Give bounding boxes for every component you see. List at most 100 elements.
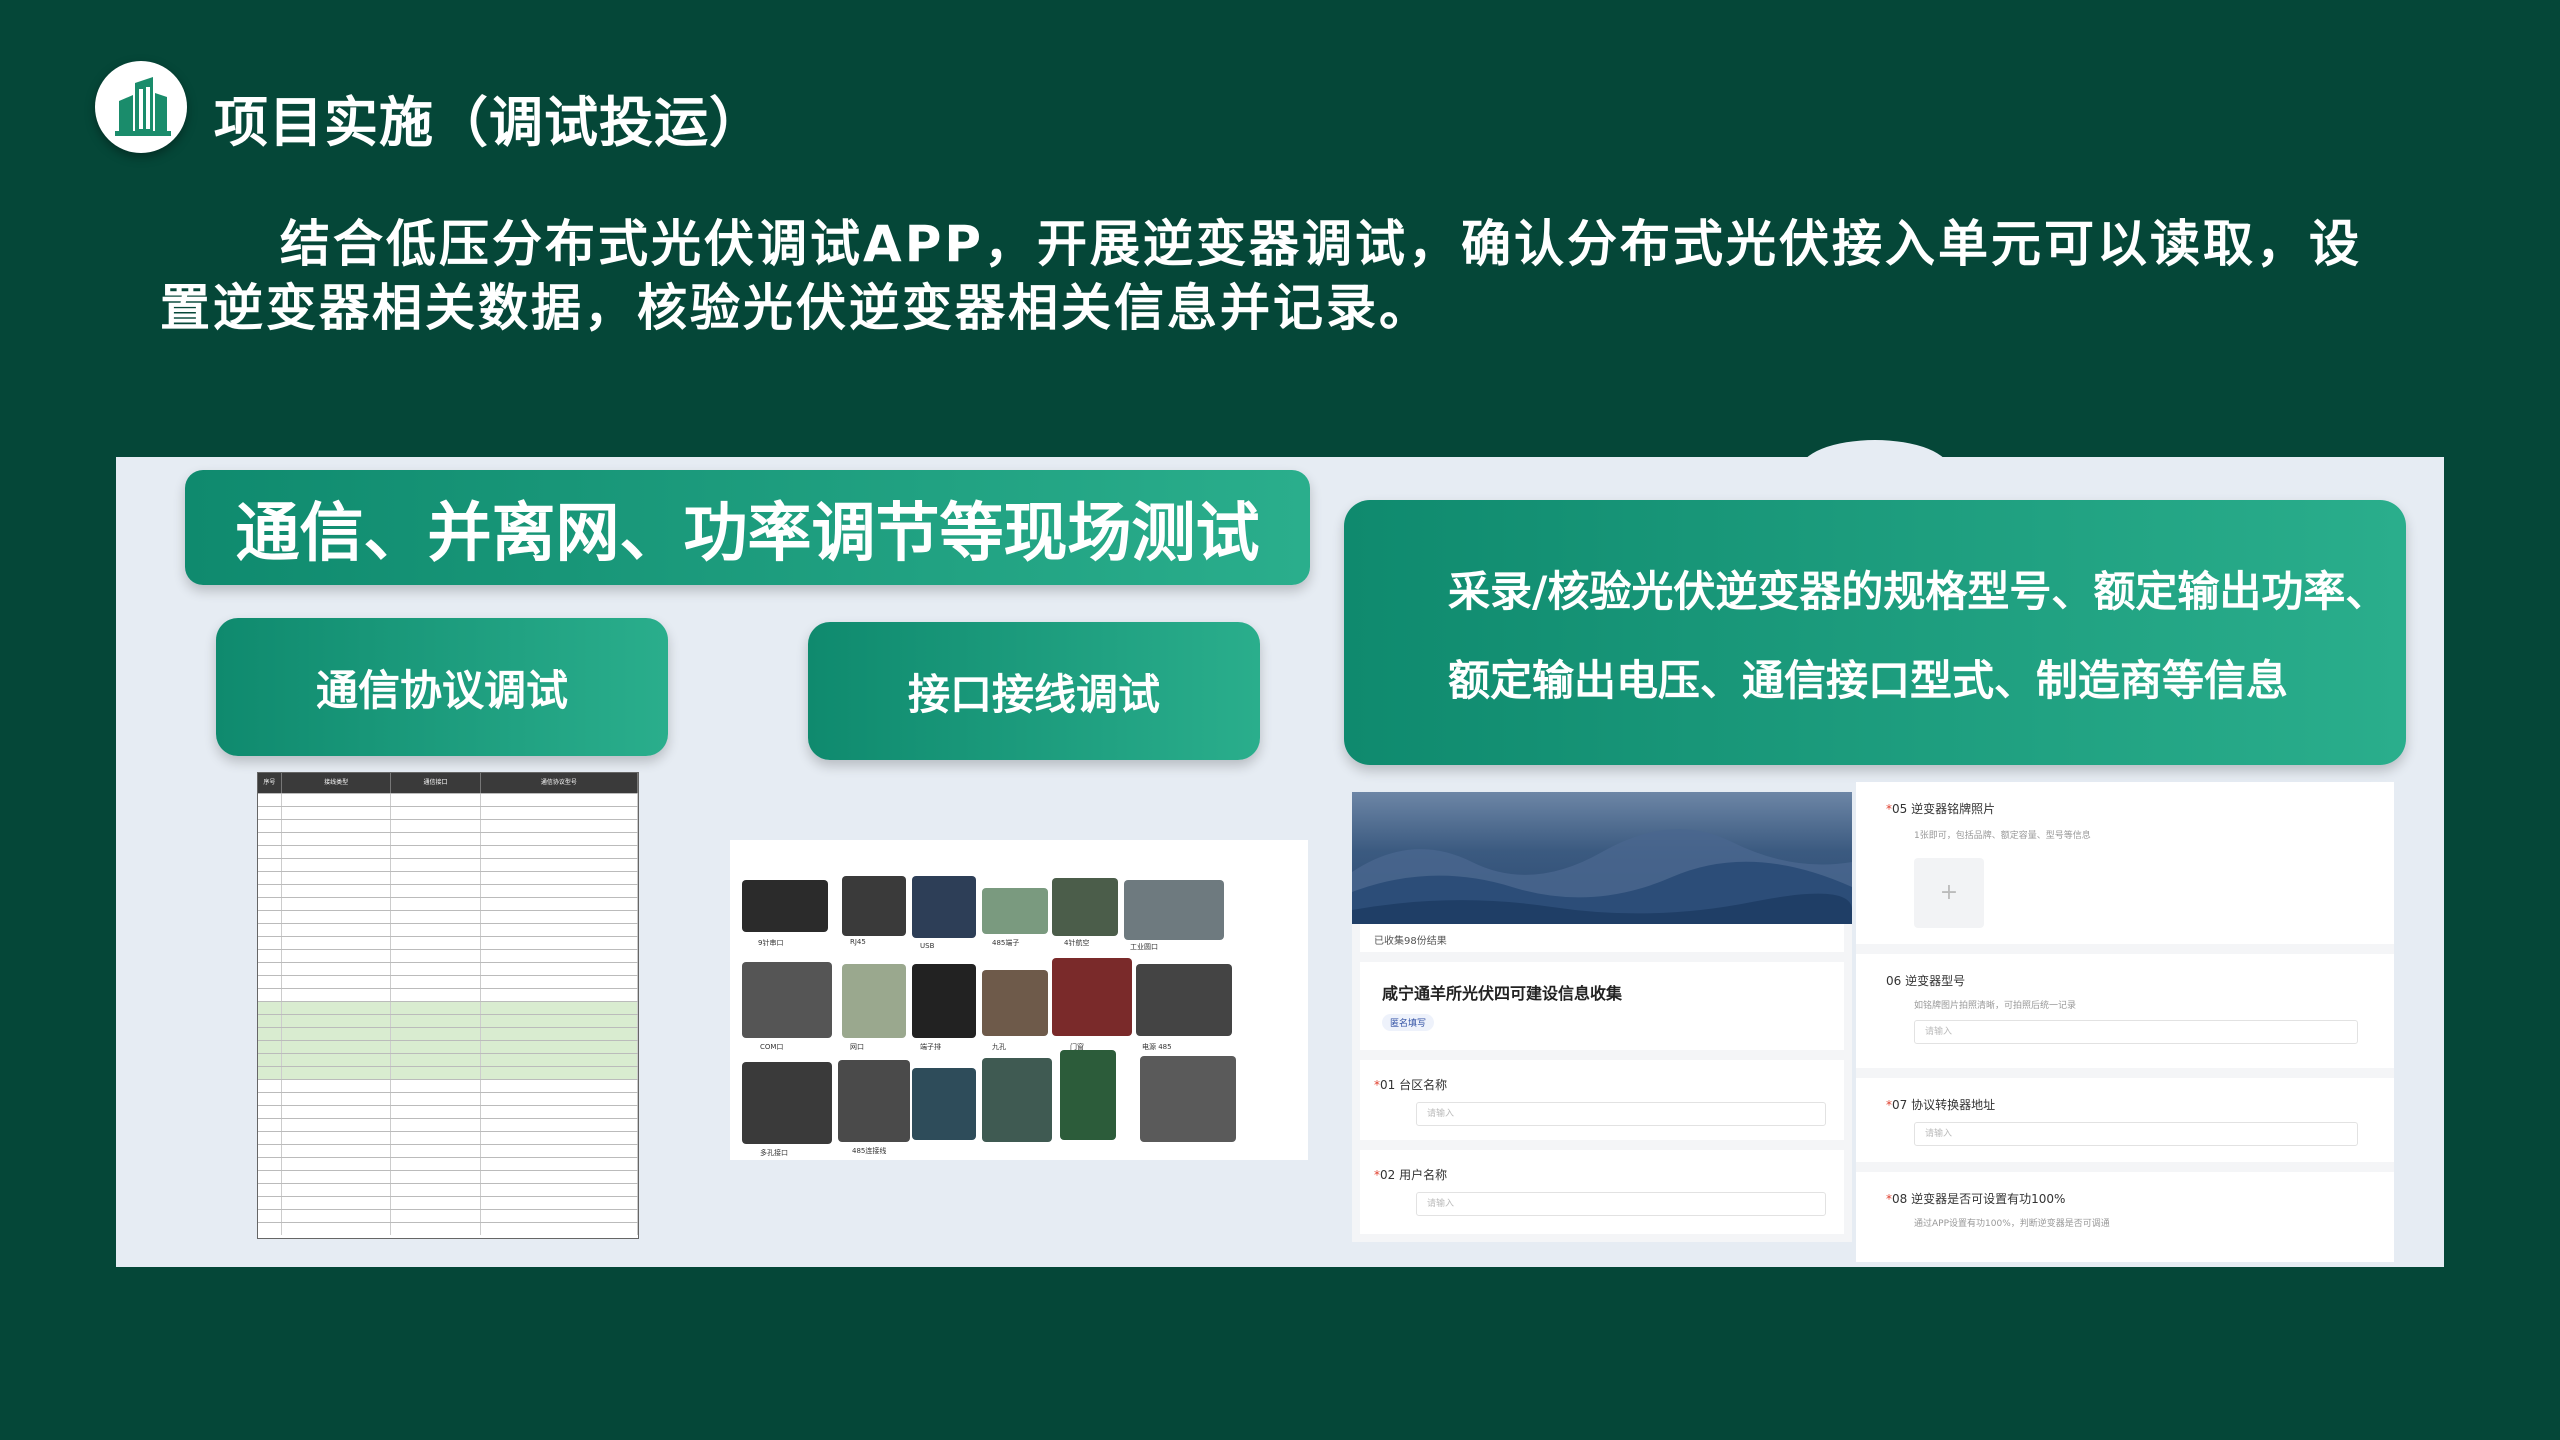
table-row [258,1183,638,1196]
table-row [258,923,638,936]
table-cell [481,1132,638,1144]
table-cell [481,1184,638,1196]
photo-caption: 九孔 [992,1043,1006,1051]
photo-caption: 9针串口 [758,939,784,947]
table-row [258,1053,638,1066]
upload-photo-button[interactable]: + [1914,858,1984,928]
table-cell [258,885,282,897]
table-cell [258,820,282,832]
table-cell [282,1210,392,1222]
table-row [258,1170,638,1183]
question-01-label: *01 台区名称 [1374,1076,1447,1093]
user-name-input[interactable]: 请输入 [1416,1192,1826,1216]
table-cell [282,950,392,962]
table-row [258,1131,638,1144]
table-cell [282,989,392,1001]
table-cell [481,885,638,897]
table-row [258,884,638,897]
interface-debug-label: 接口接线调试 [808,622,1260,760]
photo-caption: 网口 [850,1043,864,1051]
survey-form-left: 已收集98份结果 咸宁通羊所光伏四可建设信息收集 匿名填写 *01 台区名称 请… [1352,792,1852,1242]
photo-caption: 485端子 [992,939,1020,947]
table-cell [258,872,282,884]
table-cell [282,1184,392,1196]
table-cell [481,1106,638,1118]
table-row [258,1209,638,1222]
connector-photos: 9针串口 RJ45 USB 485端子 4针航空 工业圆口 COM口 网口 端子排 九孔 门窗 电源 … [730,840,1308,1160]
connector-photo [838,1060,910,1142]
table-cell [391,1093,481,1105]
table-cell [391,937,481,949]
table-cell [258,976,282,988]
table-row [258,1066,638,1079]
photo-caption: COM口 [760,1043,784,1051]
table-cell [391,1028,481,1040]
question-06: 06 逆变器型号 如铭牌图片拍照清晰，可拍照后统一记录 请输入 [1856,954,2394,1068]
inverter-model-input[interactable]: 请输入 [1914,1020,2358,1044]
table-cell [258,1132,282,1144]
question-02-text: 02 用户名称 [1380,1168,1448,1182]
table-cell [481,950,638,962]
connector-photo [1136,964,1232,1036]
table-row [258,871,638,884]
table-row [258,936,638,949]
table-cell [282,1015,392,1027]
table-cell [282,885,392,897]
converter-address-input[interactable]: 请输入 [1914,1122,2358,1146]
table-cell [481,807,638,819]
intro-paragraph: 结合低压分布式光伏调试APP，开展逆变器调试，确认分布式光伏接入单元可以读取，设… [160,215,2362,337]
question-08: *08 逆变器是否可设置有功100% 通过APP设置有功100%，判断逆变器是否… [1856,1172,2394,1262]
table-cell [282,1041,392,1053]
anonymous-badge: 匿名填写 [1382,1014,1435,1031]
connector-photo [742,1062,832,1144]
question-05-hint: 1张即可，包括品牌、额定容量、型号等信息 [1914,831,2091,841]
table-cell [481,963,638,975]
question-05-text: 05 逆变器铭牌照片 [1892,802,1996,816]
table-cell [481,1093,638,1105]
table-cell [391,976,481,988]
table-cell [282,898,392,910]
table-row [258,1196,638,1209]
table-cell [258,1184,282,1196]
connector-photo [842,876,906,936]
table-cell [481,1080,638,1092]
table-cell [391,859,481,871]
protocol-debug-label: 通信协议调试 [216,618,668,756]
table-cell [258,1197,282,1209]
table-cell [282,1080,392,1092]
inverter-info-line2: 额定输出电压、通信接口型式、制造商等信息 [1448,655,2289,705]
building-icon [115,77,171,136]
table-cell [481,1067,638,1079]
connector-photo [1060,1050,1116,1140]
table-cell [258,1080,282,1092]
question-08-label: *08 逆变器是否可设置有功100% [1886,1190,2065,1207]
table-cell [481,1223,638,1235]
inverter-info-box: 采录/核验光伏逆变器的规格型号、额定输出功率、 额定输出电压、通信接口型式、制造… [1344,500,2406,765]
question-06-hint: 如铭牌图片拍照清晰，可拍照后统一记录 [1914,1001,2077,1011]
question-05: *05 逆变器铭牌照片 1张即可，包括品牌、额定容量、型号等信息 + [1856,782,2394,944]
table-cell [282,833,392,845]
table-cell [481,1210,638,1222]
table-row [258,1092,638,1105]
table-cell [391,989,481,1001]
table-row [258,1001,638,1014]
table-row [258,897,638,910]
connector-photo [982,888,1048,934]
table-cell [481,1015,638,1027]
table-row [258,832,638,845]
table-body [258,793,638,1235]
survey-form-right: *05 逆变器铭牌照片 1张即可，包括品牌、额定容量、型号等信息 + 06 逆变… [1856,782,2394,1262]
table-cell [258,1093,282,1105]
table-cell [391,911,481,923]
table-cell [282,1028,392,1040]
question-01-text: 01 台区名称 [1380,1078,1448,1092]
table-row [258,1014,638,1027]
photo-caption: 485连接线 [852,1147,887,1155]
district-name-input[interactable]: 请输入 [1416,1102,1826,1126]
table-cell [391,846,481,858]
table-cell [258,1054,282,1066]
photo-caption: 门窗 [1070,1043,1084,1051]
table-cell [391,1197,481,1209]
table-cell [481,846,638,858]
table-cell [258,937,282,949]
